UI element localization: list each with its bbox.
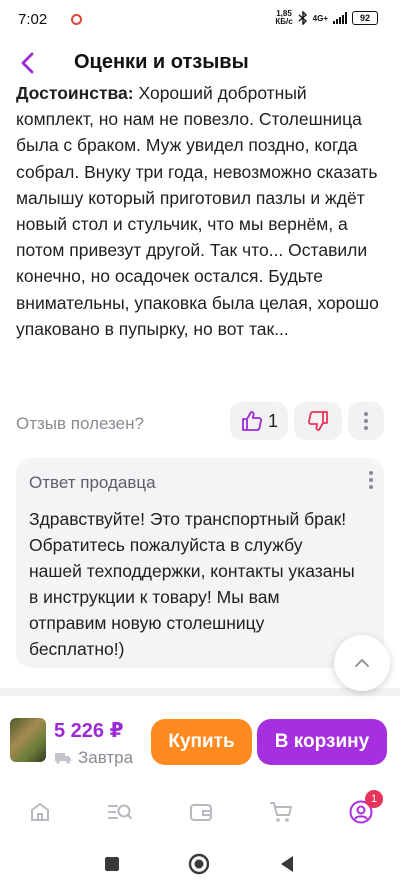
chevron-left-icon xyxy=(21,52,34,74)
square-icon xyxy=(105,857,119,871)
more-vertical-icon xyxy=(369,471,373,489)
review-text: Достоинства: Хороший добротный комплект, … xyxy=(16,80,386,342)
triangle-back-icon xyxy=(281,856,293,872)
seller-reply-text: Здравствуйте! Это транспортный брак! Обр… xyxy=(29,509,355,659)
product-thumbnail[interactable] xyxy=(10,718,46,762)
buy-bar: 5 226 ₽ Завтра Купить В корзину xyxy=(0,696,400,786)
thumbs-up-icon xyxy=(242,411,262,431)
like-button[interactable]: 1 xyxy=(230,402,288,440)
profile-badge: 1 xyxy=(365,790,383,808)
tab-profile[interactable]: 1 xyxy=(347,790,383,826)
status-bar: 7:02 1,85 КБ/с 4G+ 92 xyxy=(0,0,400,40)
catalog-search-icon xyxy=(108,804,132,819)
thumbs-down-icon xyxy=(308,411,328,431)
circle-icon xyxy=(188,853,210,875)
cart-icon xyxy=(270,802,292,822)
scroll-top-button[interactable] xyxy=(334,635,390,691)
header: Оценки и отзывы xyxy=(0,40,400,86)
divider xyxy=(0,688,400,696)
delivery-info: Завтра xyxy=(54,748,133,768)
dislike-button[interactable] xyxy=(294,402,342,440)
add-to-cart-button[interactable]: В корзину xyxy=(257,719,387,765)
helpful-label: Отзыв полезен? xyxy=(16,414,144,433)
network-speed: 1,85 КБ/с xyxy=(275,9,293,26)
recent-apps-button[interactable] xyxy=(104,856,120,872)
notification-dot-icon xyxy=(71,14,82,25)
review-text-body: комплект, но нам не повезло. Столешница … xyxy=(16,109,379,339)
delivery-label: Завтра xyxy=(78,748,134,767)
tab-catalog[interactable] xyxy=(106,798,134,826)
chevron-up-icon xyxy=(355,658,369,667)
bottom-tab-bar: 1 xyxy=(0,786,400,838)
tab-home[interactable] xyxy=(26,798,54,826)
back-button[interactable] xyxy=(14,48,44,78)
buy-button[interactable]: Купить xyxy=(151,719,252,765)
bluetooth-icon xyxy=(298,11,307,25)
status-time: 7:02 xyxy=(18,11,48,28)
tab-wallet[interactable] xyxy=(187,798,215,826)
review-text-line-cut: Хороший добротный xyxy=(133,83,307,103)
wallet-icon xyxy=(190,804,212,821)
system-nav-bar xyxy=(0,838,400,889)
battery-icon: 92 xyxy=(352,11,378,25)
home-system-button[interactable] xyxy=(188,853,210,875)
seller-reply-title: Ответ продавца xyxy=(29,473,156,492)
review-more-button[interactable] xyxy=(348,402,384,440)
review-section-label: Достоинства: xyxy=(16,83,134,103)
seller-reply-more-button[interactable] xyxy=(368,470,374,495)
more-vertical-icon xyxy=(364,412,368,430)
network-type: 4G+ xyxy=(312,13,328,23)
page-title: Оценки и отзывы xyxy=(74,51,249,73)
home-icon xyxy=(31,803,49,821)
back-system-button[interactable] xyxy=(278,854,296,874)
product-price: 5 226 ₽ xyxy=(54,720,124,742)
delivery-truck-icon xyxy=(55,753,71,764)
like-count: 1 xyxy=(267,410,278,431)
signal-icon xyxy=(333,12,347,24)
status-icons: 1,85 КБ/с 4G+ 92 xyxy=(275,10,378,26)
seller-reply-card: Ответ продавца Здравствуйте! Это транспо… xyxy=(16,458,384,668)
tab-cart[interactable] xyxy=(267,798,295,826)
